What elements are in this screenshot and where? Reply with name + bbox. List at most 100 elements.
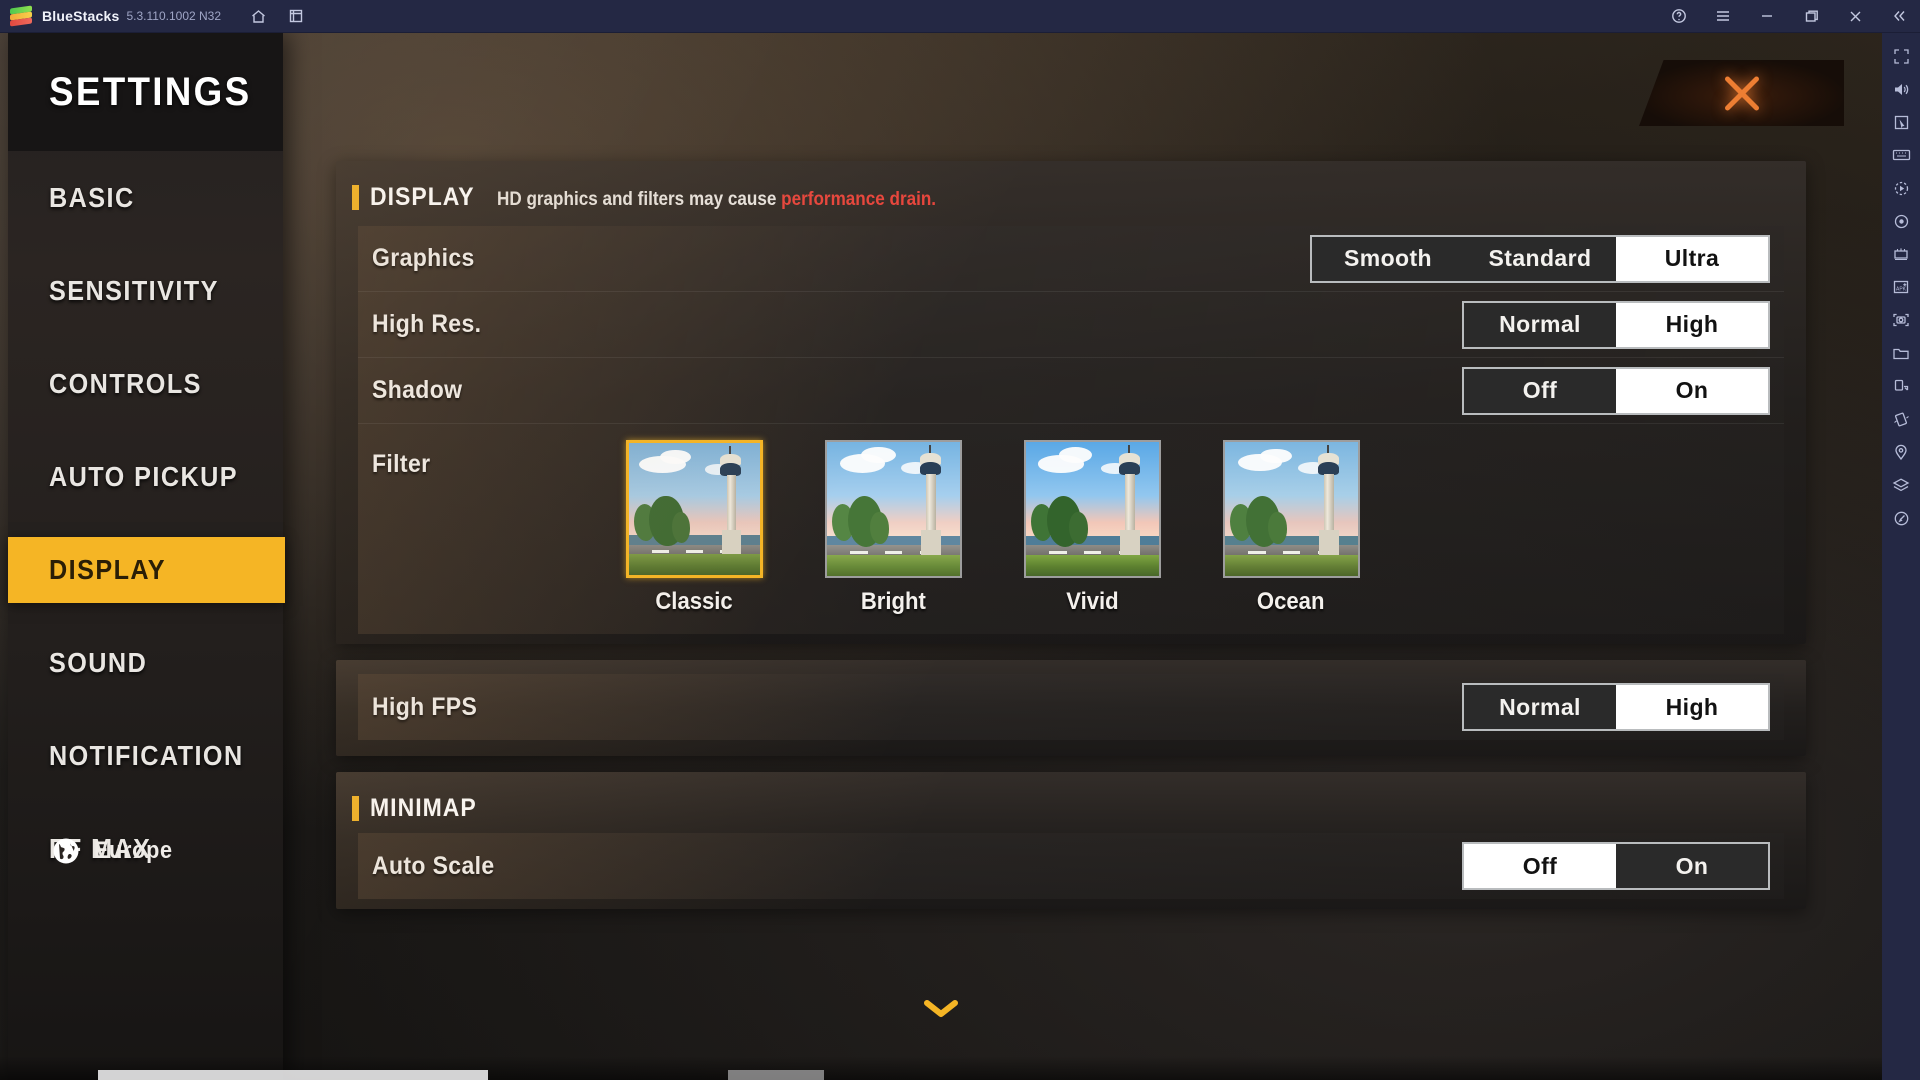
graphics-option-ultra[interactable]: Ultra [1616, 236, 1768, 281]
section-note: HD graphics and filters may cause perfor… [497, 189, 936, 211]
settings-close-button[interactable] [1639, 60, 1844, 126]
app-name: BlueStacks [42, 8, 120, 24]
taskbar-highlight [98, 1070, 488, 1080]
minimize-icon[interactable] [1752, 4, 1782, 28]
scroll-down-chevron-icon[interactable] [924, 995, 958, 1025]
fullscreen-icon[interactable] [1886, 41, 1916, 71]
high-fps-section: High FPS Normal High [336, 660, 1806, 756]
bluestacks-window: BlueStacks 5.3.110.1002 N32 SETTINGS BAS… [0, 0, 1920, 1080]
setting-row-graphics: Graphics Smooth Standard Ultra [358, 226, 1784, 292]
sidebar-item-auto-pickup[interactable]: AUTO PICKUP [8, 444, 283, 510]
setting-row-filter: Filter Classic Bright Vivid Ocean [358, 424, 1784, 634]
graphics-option-standard[interactable]: Standard [1464, 237, 1616, 281]
close-window-icon[interactable] [1840, 4, 1870, 28]
filter-label: Ocean [1257, 588, 1325, 615]
maximize-icon[interactable] [1796, 4, 1826, 28]
section-accent-bar [352, 796, 359, 821]
high-res-option-normal[interactable]: Normal [1464, 303, 1616, 347]
high-fps-option-normal[interactable]: Normal [1464, 685, 1616, 729]
graphics-option-smooth[interactable]: Smooth [1312, 237, 1464, 281]
section-note-warning: performance drain. [780, 189, 936, 210]
location-icon[interactable] [1886, 437, 1916, 467]
sidebar-item-notification[interactable]: NOTIFICATION [8, 723, 283, 789]
filter-label: Vivid [1065, 588, 1119, 615]
setting-row-high-fps: High FPS Normal High [358, 674, 1784, 740]
game-viewport: SETTINGS BASIC SENSITIVITY CONTROLS AUTO… [0, 33, 1882, 1080]
settings-content: DISPLAY HD graphics and filters may caus… [336, 161, 1806, 925]
record-icon[interactable] [1886, 206, 1916, 236]
setting-row-high-res: High Res. Normal High [358, 292, 1784, 358]
row-label: Filter [372, 450, 431, 478]
settings-header: SETTINGS [8, 33, 283, 151]
row-label: Shadow [372, 376, 463, 404]
sidebar-item-display[interactable]: DISPLAY [8, 537, 285, 603]
shadow-segmented-control: Off On [1462, 366, 1770, 415]
globe-icon [53, 838, 79, 864]
filter-option-bright[interactable]: Bright [824, 440, 962, 616]
cursor-icon[interactable] [1886, 107, 1916, 137]
auto-scale-option-on[interactable]: On [1616, 844, 1768, 888]
filter-label: Bright [860, 588, 926, 615]
row-label: Graphics [372, 244, 475, 272]
row-label: High FPS [372, 692, 478, 721]
filter-thumbnail-ocean [1222, 440, 1360, 578]
close-x-icon [1718, 69, 1766, 117]
high-res-option-high[interactable]: High [1616, 302, 1768, 347]
taskbar-highlight-secondary [728, 1070, 824, 1080]
high-fps-segmented-control: Normal High [1462, 683, 1770, 731]
bluestacks-logo-icon [10, 5, 32, 27]
app-version: 5.3.110.1002 N32 [126, 9, 222, 23]
filter-option-ocean[interactable]: Ocean [1222, 440, 1360, 616]
settings-sidebar: SETTINGS BASIC SENSITIVITY CONTROLS AUTO… [8, 33, 285, 1080]
filter-options: Classic Bright Vivid Ocean [625, 440, 1360, 616]
high-res-segmented-control: Normal High [1462, 300, 1770, 349]
high-fps-option-high[interactable]: High [1616, 685, 1768, 729]
row-label: High Res. [372, 310, 482, 338]
shadow-option-off[interactable]: Off [1464, 369, 1616, 413]
sidebar-nav: BASIC SENSITIVITY CONTROLS AUTO PICKUP D… [8, 151, 285, 882]
sidebar-item-sound[interactable]: SOUND [8, 630, 283, 696]
sidebar-item-label: SOUND [49, 647, 148, 678]
minimap-section: MINIMAP Auto Scale Off On [336, 772, 1806, 909]
sidebar-item-label: BASIC [49, 182, 135, 213]
svg-text:APK: APK [1896, 287, 1907, 293]
home-icon[interactable] [243, 4, 273, 28]
eco-mode-icon[interactable] [1886, 503, 1916, 533]
sidebar-item-label: SENSITIVITY [49, 275, 219, 306]
menu-icon[interactable] [1708, 4, 1738, 28]
sidebar-item-label: AUTO PICKUP [49, 461, 238, 492]
window-controls [1650, 4, 1920, 28]
collapse-icon[interactable] [1884, 4, 1914, 28]
multi-instance-icon[interactable] [281, 4, 311, 28]
shadow-option-on[interactable]: On [1616, 368, 1768, 413]
screenshot-icon[interactable] [1886, 305, 1916, 335]
keyboard-icon[interactable] [1886, 140, 1916, 170]
shake-icon[interactable] [1886, 404, 1916, 434]
page-title: SETTINGS [49, 69, 252, 114]
help-icon[interactable] [1664, 4, 1694, 28]
rotate-icon[interactable] [1886, 371, 1916, 401]
display-section-header: DISPLAY HD graphics and filters may caus… [336, 161, 1806, 226]
media-folder-icon[interactable] [1886, 338, 1916, 368]
auto-scale-option-off[interactable]: Off [1464, 844, 1616, 888]
locale-selector[interactable]: Europe [52, 837, 181, 865]
volume-icon[interactable] [1886, 74, 1916, 104]
section-title: DISPLAY [370, 183, 475, 211]
sidebar-item-sensitivity[interactable]: SENSITIVITY [8, 258, 283, 324]
multi-instance-manager-icon[interactable] [1886, 239, 1916, 269]
install-apk-icon[interactable]: APK [1886, 272, 1916, 302]
section-title: MINIMAP [370, 794, 477, 822]
sidebar-item-basic[interactable]: BASIC [8, 165, 283, 231]
titlebar: BlueStacks 5.3.110.1002 N32 [0, 0, 1920, 33]
filter-thumbnail-classic [625, 440, 763, 578]
setting-row-auto-scale: Auto Scale Off On [358, 833, 1784, 899]
sidebar-item-label: DISPLAY [49, 554, 166, 585]
macro-play-icon[interactable] [1886, 173, 1916, 203]
filter-option-classic[interactable]: Classic [625, 440, 763, 616]
sidebar-item-controls[interactable]: CONTROLS [8, 351, 283, 417]
sidebar-item-label: NOTIFICATION [49, 740, 244, 771]
locale-label: Europe [94, 837, 173, 864]
layers-icon[interactable] [1886, 470, 1916, 500]
filter-option-vivid[interactable]: Vivid [1023, 440, 1161, 616]
minimap-section-header: MINIMAP [336, 772, 1806, 833]
